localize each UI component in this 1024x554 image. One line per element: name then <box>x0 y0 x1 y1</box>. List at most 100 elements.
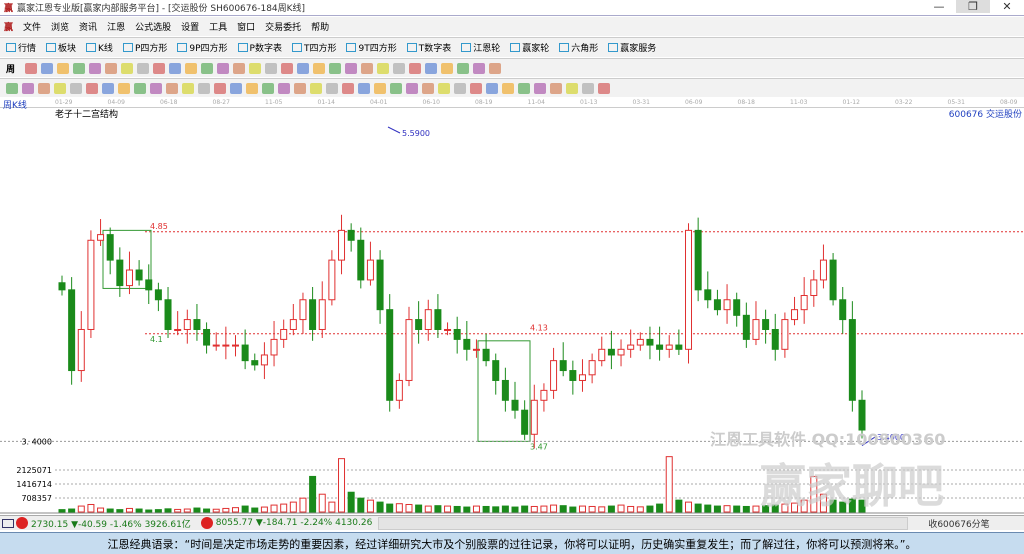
toolbar-button[interactable]: T四方形 <box>291 41 336 54</box>
menu-item[interactable]: 公式选股 <box>135 20 171 33</box>
tool-icon[interactable] <box>358 82 370 94</box>
tool-icon[interactable] <box>41 62 54 74</box>
tool-icon[interactable] <box>25 62 38 74</box>
tool-icon[interactable] <box>473 62 486 74</box>
tool-icon[interactable] <box>345 62 358 74</box>
toolbar-button[interactable]: 赢家服务 <box>608 41 656 54</box>
tool-icon[interactable] <box>182 82 194 94</box>
menu-item[interactable]: 帮助 <box>311 20 329 33</box>
tool-icon[interactable] <box>22 82 34 94</box>
tool-icon[interactable] <box>281 62 294 74</box>
tool-icon[interactable] <box>249 62 262 74</box>
shenzhen-index[interactable]: 8055.77 ▼-184.71 -2.24% 4130.26 <box>216 518 373 528</box>
menu-item[interactable]: 江恩 <box>107 20 125 33</box>
tool-icon[interactable] <box>57 62 70 74</box>
tool-icon[interactable] <box>230 82 242 94</box>
scrollbar[interactable] <box>378 516 909 530</box>
tool-icon[interactable] <box>137 62 150 74</box>
tool-icon[interactable] <box>294 82 306 94</box>
tool-icon[interactable] <box>185 62 198 74</box>
minimize-button[interactable]: — <box>922 0 956 13</box>
tool-icon[interactable] <box>38 82 50 94</box>
tool-icon[interactable] <box>550 82 562 94</box>
toolbar-button[interactable]: P四方形 <box>122 41 167 54</box>
toolbar-button[interactable]: 行情 <box>6 41 36 54</box>
tool-icon[interactable] <box>246 82 258 94</box>
tool-icon[interactable] <box>518 82 530 94</box>
toolbar-button[interactable]: 赢家轮 <box>510 41 549 54</box>
tool-icon[interactable] <box>422 82 434 94</box>
tool-icon[interactable] <box>73 62 86 74</box>
menu-item[interactable]: 文件 <box>23 20 41 33</box>
tool-icon[interactable] <box>342 82 354 94</box>
tool-icon[interactable] <box>598 82 610 94</box>
tool-icon[interactable] <box>150 82 162 94</box>
tool-icon[interactable] <box>105 62 118 74</box>
tool-icon[interactable] <box>425 62 438 74</box>
tool-icon[interactable] <box>393 62 406 74</box>
tool-icon[interactable] <box>169 62 182 74</box>
tool-icon[interactable] <box>409 62 422 74</box>
tool-icon[interactable] <box>438 82 450 94</box>
tool-icon[interactable] <box>361 62 374 74</box>
tool-icon[interactable] <box>118 82 130 94</box>
menu-item[interactable]: 窗口 <box>237 20 255 33</box>
tool-icon[interactable] <box>297 62 310 74</box>
tool-icon[interactable] <box>374 82 386 94</box>
toolbar-button[interactable]: K线 <box>86 41 113 54</box>
tool-icon[interactable] <box>70 82 82 94</box>
menu-item[interactable]: 资讯 <box>79 20 97 33</box>
tool-icon[interactable] <box>326 82 338 94</box>
toolbar-button[interactable]: 9P四方形 <box>177 41 228 54</box>
menu-item[interactable]: 设置 <box>181 20 199 33</box>
toolbar-button[interactable]: P数字表 <box>237 41 282 54</box>
tool-icon[interactable] <box>406 82 418 94</box>
tool-icon[interactable] <box>329 62 342 74</box>
tool-icon[interactable] <box>89 62 102 74</box>
tool-icon[interactable] <box>86 82 98 94</box>
tool-icon[interactable] <box>214 82 226 94</box>
tool-icon[interactable] <box>121 62 134 74</box>
tool-icon[interactable] <box>441 62 454 74</box>
tool-icon[interactable] <box>390 82 402 94</box>
close-button[interactable]: ✕ <box>990 0 1024 13</box>
tool-icon[interactable] <box>153 62 166 74</box>
tool-icon[interactable] <box>166 82 178 94</box>
tool-icon[interactable] <box>6 82 18 94</box>
menu-item[interactable]: 工具 <box>209 20 227 33</box>
shanghai-index[interactable]: 2730.15 ▼-40.59 -1.46% 3926.61亿 <box>31 517 191 530</box>
toolbar-button[interactable]: 9T四方形 <box>346 41 397 54</box>
tool-icon[interactable] <box>134 82 146 94</box>
kline-chart[interactable]: 老子十二宫结构 600676 交运股份 4.85 4.13 4.1 3.47 3. 4000… <box>0 108 1024 515</box>
tool-icon[interactable] <box>454 82 466 94</box>
tool-icon[interactable] <box>198 82 210 94</box>
tool-icon[interactable] <box>233 62 246 74</box>
tool-icon[interactable] <box>201 62 214 74</box>
tool-icon[interactable] <box>470 82 482 94</box>
toolbar-button[interactable]: T数字表 <box>406 41 451 54</box>
tool-icon[interactable] <box>262 82 274 94</box>
tool-icon[interactable] <box>377 62 390 74</box>
tool-icon[interactable] <box>265 62 278 74</box>
tool-icon[interactable] <box>486 82 498 94</box>
toolbar-button[interactable]: 板块 <box>46 41 76 54</box>
tick-data-label[interactable]: 收600676分笔 <box>928 517 989 530</box>
calendar-icon[interactable] <box>2 518 14 528</box>
tool-icon[interactable] <box>217 62 230 74</box>
tool-icon[interactable] <box>489 62 502 74</box>
period-select[interactable]: 周 <box>6 62 15 75</box>
tool-icon[interactable] <box>102 82 114 94</box>
tool-icon[interactable] <box>582 82 594 94</box>
tool-icon[interactable] <box>502 82 514 94</box>
toolbar-button[interactable]: 六角形 <box>559 41 598 54</box>
menu-item[interactable]: 浏览 <box>51 20 69 33</box>
tool-icon[interactable] <box>54 82 66 94</box>
tool-icon[interactable] <box>278 82 290 94</box>
tool-icon[interactable] <box>310 82 322 94</box>
tool-icon[interactable] <box>457 62 470 74</box>
tool-icon[interactable] <box>313 62 326 74</box>
tool-icon[interactable] <box>566 82 578 94</box>
tool-icon[interactable] <box>534 82 546 94</box>
maximize-button[interactable]: ❐ <box>956 0 990 13</box>
toolbar-button[interactable]: 江恩轮 <box>461 41 500 54</box>
